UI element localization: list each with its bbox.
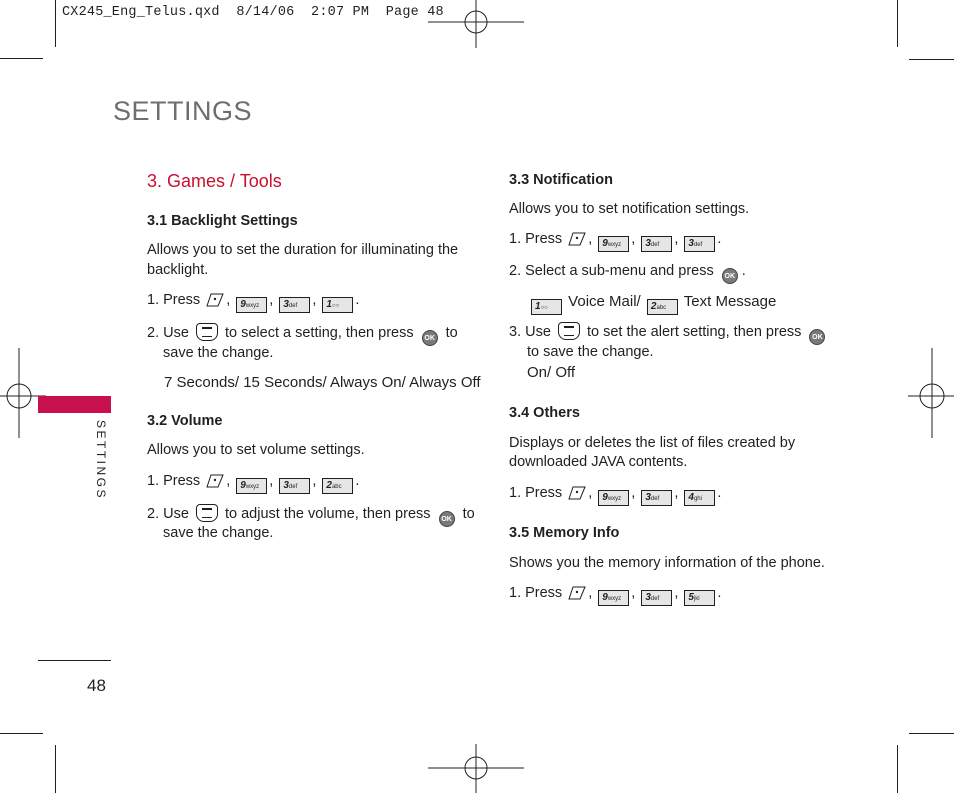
menu-soft-key-icon (206, 474, 224, 488)
crop-mark (55, 0, 56, 47)
step-3-3-2: 2. Select a sub-menu and press OK. (509, 262, 746, 284)
key-3-icon: 3def (641, 490, 673, 506)
key-9-icon: 9wxyz (598, 236, 630, 252)
desc-3-5: Shows you the memory information of the … (509, 555, 825, 571)
menu-soft-key-icon (568, 486, 586, 500)
menu-soft-key-icon (568, 586, 586, 600)
submenu-text-message: Text Message (683, 293, 777, 310)
key-3-icon: 3def (684, 236, 716, 252)
menu-soft-key-icon (206, 293, 224, 307)
crop-mark (55, 745, 56, 793)
key-2-icon: 2abc (646, 299, 678, 315)
key-3-icon: 3def (641, 236, 673, 252)
side-tab-marker (38, 396, 111, 413)
crop-mark (0, 733, 43, 734)
registration-mark-right (908, 348, 954, 438)
step-text: to select a setting, then press (224, 325, 414, 341)
step-text: 2. Use (147, 325, 189, 341)
key-2-icon: 2abc (322, 478, 354, 494)
desc-3-2: Allows you to set volume settings. (147, 442, 365, 458)
desc-3-4-line1: Displays or deletes the list of files cr… (509, 435, 796, 451)
ok-key-icon: OK (421, 330, 438, 346)
step-3-2-1: 1. Press , 9wxyz, 3def, 2abc. (147, 472, 359, 494)
footer-rule (38, 660, 111, 661)
section-title: 3. Games / Tools (147, 171, 282, 191)
step-text: to (445, 325, 458, 341)
side-section-label: SETTINGS (94, 420, 108, 501)
key-9-icon: 9wxyz (598, 490, 630, 506)
page-number: 48 (87, 676, 106, 695)
key-4-icon: 4ghi (684, 490, 716, 506)
step-3-5-1: 1. Press , 9wxyz, 3def, 5jkl. (509, 584, 721, 606)
ok-key-icon: OK (721, 268, 738, 284)
crop-mark (0, 58, 43, 59)
desc-3-4-line2: downloaded JAVA contents. (509, 454, 688, 470)
step-text: 2. Use (147, 506, 189, 522)
registration-mark-bottom (428, 744, 524, 793)
step-3-1-1: 1. Press , 9wxyz, 3def, 1○○. (147, 291, 359, 313)
navigation-key-icon (195, 323, 218, 341)
key-3-icon: 3def (279, 478, 311, 494)
desc-3-1-line1: Allows you to set the duration for illum… (147, 242, 459, 258)
crop-mark (897, 0, 898, 47)
menu-soft-key-icon (568, 232, 586, 246)
step-3-3-3-line2: to save the change. (527, 344, 654, 360)
page-title: SETTINGS (113, 96, 253, 126)
step-text: to set the alert setting, then press (586, 324, 802, 340)
crop-mark (897, 745, 898, 793)
heading-3-2: 3.2 Volume (147, 413, 223, 429)
key-3-icon: 3def (641, 590, 673, 606)
step-3-1-2-line2: save the change. (163, 345, 274, 361)
step-text: to (462, 506, 475, 522)
heading-3-1: 3.1 Backlight Settings (147, 213, 298, 229)
step-text: 1. Press (509, 231, 563, 247)
step-text: 3. Use (509, 324, 551, 340)
step-text: to adjust the volume, then press (224, 506, 431, 522)
step-3-1-2: 2. Use to select a setting, then press O… (147, 323, 458, 346)
step-3-2-2-line2: save the change. (163, 525, 274, 541)
submenu-voice-mail: Voice Mail/ (568, 293, 641, 310)
submenu-3-3: 1○○ Voice Mail/ 2abc Text Message (529, 292, 776, 315)
ok-key-icon: OK (438, 511, 455, 527)
ok-key-icon: OK (809, 329, 826, 345)
heading-3-3: 3.3 Notification (509, 172, 613, 188)
step-3-3-3: 3. Use to set the alert setting, then pr… (509, 322, 829, 345)
key-1-voicemail-icon: 1○○ (531, 299, 562, 315)
key-9-icon: 9wxyz (598, 590, 630, 606)
file-slug: CX245_Eng_Telus.qxd 8/14/06 2:07 PM Page… (62, 5, 444, 20)
navigation-key-icon (195, 504, 218, 522)
key-9-icon: 9wxyz (236, 297, 268, 313)
step-3-4-1: 1. Press , 9wxyz, 3def, 4ghi. (509, 484, 721, 506)
step-text: 1. Press (509, 585, 563, 601)
options-3-3: On/ Off (527, 364, 576, 381)
key-5-icon: 5jkl (684, 590, 716, 606)
step-text: 1. Press (509, 485, 563, 501)
desc-3-3: Allows you to set notification settings. (509, 201, 750, 217)
registration-mark-left (0, 348, 46, 438)
key-1-voicemail-icon: 1○○ (322, 297, 354, 313)
options-3-1: 7 Seconds/ 15 Seconds/ Always On/ Always… (164, 374, 481, 391)
crop-mark (909, 733, 954, 734)
heading-3-5: 3.5 Memory Info (509, 525, 620, 541)
key-9-icon: 9wxyz (236, 478, 268, 494)
navigation-key-icon (557, 322, 580, 340)
crop-mark (909, 59, 954, 60)
step-text: 1. Press (147, 292, 201, 308)
step-text: 2. Select a sub-menu and press (509, 263, 714, 279)
desc-3-1-line2: backlight. (147, 262, 209, 278)
step-text: 1. Press (147, 473, 201, 489)
step-3-3-1: 1. Press , 9wxyz, 3def, 3def. (509, 230, 721, 252)
key-3-icon: 3def (279, 297, 311, 313)
heading-3-4: 3.4 Others (509, 405, 580, 421)
